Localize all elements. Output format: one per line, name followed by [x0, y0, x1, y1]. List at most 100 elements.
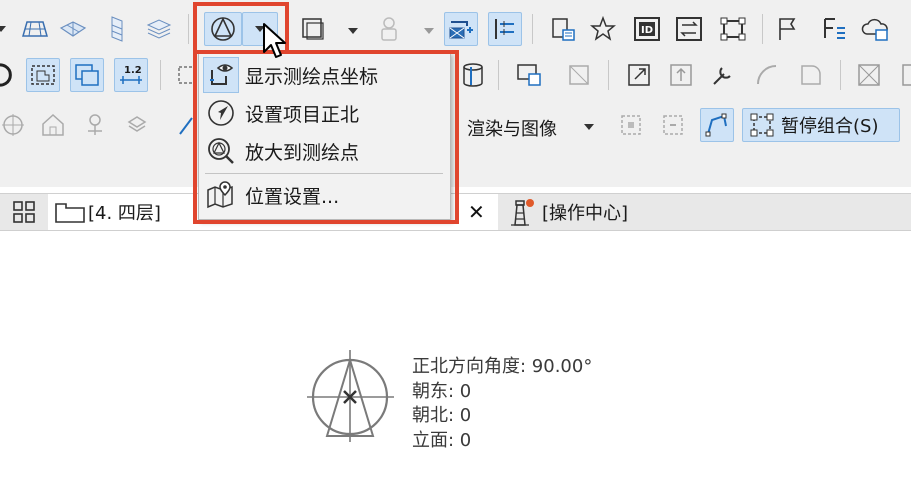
transform-icon — [569, 65, 589, 85]
star-icon — [590, 16, 616, 41]
roof-tool-button[interactable] — [56, 12, 90, 46]
group-select-button[interactable] — [614, 108, 648, 142]
rotate-icon — [127, 116, 147, 132]
house-button[interactable] — [36, 108, 70, 142]
dimension-button[interactable]: 1.2 — [114, 58, 148, 92]
tools-button[interactable] — [706, 58, 740, 92]
cylinder-icon — [463, 63, 483, 87]
favorites-button[interactable] — [586, 12, 620, 46]
id-icon: ID — [634, 17, 660, 41]
svg-text:1.2: 1.2 — [124, 65, 142, 76]
resize-icon — [628, 64, 650, 86]
offset-button[interactable] — [664, 58, 698, 92]
tab-action-center-label: [操作中心] — [542, 203, 629, 224]
target-button[interactable] — [0, 108, 30, 142]
survey-point-symbol — [307, 350, 394, 442]
bounding-box-button[interactable] — [716, 12, 750, 46]
toolbar-separator — [840, 60, 841, 90]
slab-tool-button[interactable] — [18, 12, 52, 46]
fillet-button[interactable] — [794, 58, 828, 92]
clipboard-list-icon — [552, 18, 575, 41]
fillet-icon — [801, 65, 821, 85]
polyline-button[interactable] — [700, 108, 734, 142]
suspend-groups-icon — [750, 113, 774, 137]
swap-arrows-icon — [676, 17, 702, 41]
toolbar-separator — [498, 60, 499, 90]
chevron-down-icon[interactable] — [424, 28, 434, 34]
group-view-button[interactable] — [70, 58, 104, 92]
northing-label: 朝北: 0 — [412, 405, 472, 426]
elevation-label: 立面: 0 — [412, 430, 472, 451]
filter-list-button[interactable] — [818, 12, 852, 46]
overflow-caret[interactable] — [0, 26, 6, 32]
ungroup-button[interactable] — [656, 108, 690, 142]
toolbar-row-1: ID — [0, 8, 911, 52]
cylinder-button[interactable] — [456, 58, 490, 92]
explode-button[interactable] — [852, 58, 886, 92]
person-tool-button[interactable] — [372, 12, 406, 46]
chevron-down-icon[interactable] — [584, 124, 594, 130]
svg-text:ID: ID — [641, 25, 653, 36]
person-lock-icon — [381, 17, 397, 41]
explode-icon — [858, 64, 880, 86]
polyline-icon — [705, 113, 727, 137]
morph-tool-button[interactable] — [142, 12, 176, 46]
overflow-icon — [902, 64, 911, 86]
filter-list-icon — [824, 18, 845, 39]
marquee-button[interactable] — [26, 58, 60, 92]
select-tool-button[interactable] — [0, 58, 22, 92]
close-icon[interactable]: ✕ — [468, 200, 485, 224]
monitor-list-icon — [517, 64, 541, 86]
shell-tool-button[interactable] — [100, 12, 134, 46]
layer-combo-button[interactable] — [444, 12, 478, 46]
target-icon — [2, 114, 24, 136]
resize-button[interactable] — [622, 58, 656, 92]
dimension-icon: 1.2 — [120, 65, 142, 84]
toolbar-separator — [608, 60, 609, 90]
toolbar-separator — [532, 14, 533, 44]
chevron-down-icon[interactable] — [348, 28, 358, 34]
tab-floor-plan-label: [4. 四层] — [88, 203, 161, 224]
marquee-icon — [31, 65, 55, 85]
north-angle-label: 正北方向角度: 90.00° — [412, 356, 593, 377]
roof-icon — [59, 21, 87, 37]
mouse-cursor-icon — [263, 23, 286, 58]
toolbar-separator — [188, 14, 189, 44]
monitor-list-button[interactable] — [512, 58, 546, 92]
cloud-list-button[interactable] — [858, 12, 892, 46]
grid-icon — [13, 201, 35, 223]
lighthouse-icon — [511, 199, 534, 226]
layer-combo-icon — [449, 21, 473, 39]
floor-plan-icon — [55, 203, 85, 223]
suspend-groups-button[interactable]: 暂停组合(S) — [742, 108, 900, 142]
flag-button[interactable] — [770, 12, 804, 46]
pin-button[interactable] — [78, 108, 112, 142]
object-icon — [302, 18, 324, 40]
bounding-box-icon — [720, 17, 746, 41]
align-button[interactable] — [488, 12, 522, 46]
offset-icon — [670, 64, 692, 86]
ungroup-icon — [663, 115, 683, 135]
object-tool-button[interactable] — [296, 12, 330, 46]
slab-icon — [22, 21, 48, 37]
arc-button[interactable] — [750, 58, 784, 92]
overflow-button[interactable] — [892, 58, 911, 92]
wrench-icon — [713, 67, 731, 85]
render-menu-label[interactable]: 渲染与图像 — [467, 115, 557, 141]
transform-button[interactable] — [562, 58, 596, 92]
toolbar-separator — [762, 14, 763, 44]
pin-icon — [88, 114, 102, 135]
swap-button[interactable] — [672, 12, 706, 46]
circle-select-icon — [0, 63, 12, 87]
arc-icon — [757, 65, 777, 85]
highlight-survey-menu — [193, 50, 459, 224]
toolbar-separator — [160, 60, 161, 90]
rotate-button[interactable] — [120, 108, 154, 142]
element-id-button[interactable]: ID — [630, 12, 664, 46]
align-left-icon — [495, 19, 514, 39]
navigator-toggle[interactable] — [6, 194, 42, 230]
paste-list-button[interactable] — [546, 12, 580, 46]
tab-action-center[interactable]: [操作中心] — [506, 194, 686, 230]
overlap-squares-icon — [75, 64, 99, 86]
easting-label: 朝东: 0 — [412, 381, 472, 402]
